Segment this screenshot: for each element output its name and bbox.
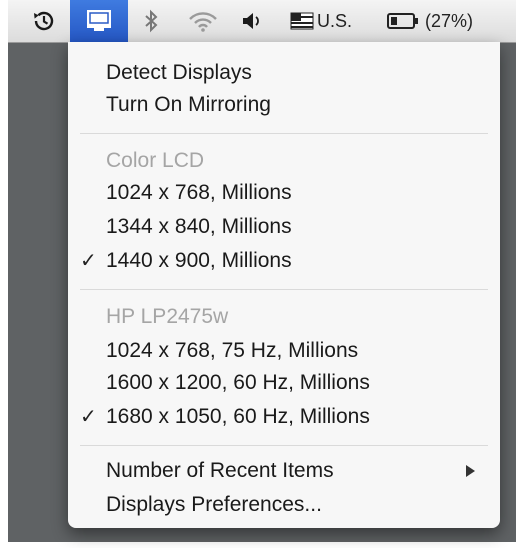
displays-preferences-item[interactable]: Displays Preferences... [106, 492, 322, 518]
displays-menu: Detect Displays Turn On Mirroring Color … [68, 42, 500, 528]
resolution-label: 1440 x 900, Millions [106, 249, 292, 272]
input-source-menu[interactable]: U.S. [290, 0, 370, 42]
displays-menu-extra[interactable] [70, 0, 128, 42]
resolution-item[interactable]: 1024 x 768, Millions [106, 180, 292, 206]
checkmark-icon: ✓ [80, 406, 97, 428]
display-header-hp-lp2475w: HP LP2475w [106, 305, 229, 328]
battery-icon [386, 11, 420, 31]
bluetooth-icon[interactable] [134, 0, 168, 42]
resolution-label: 1680 x 1050, 60 Hz, Millions [106, 405, 370, 428]
submenu-arrow-icon [466, 465, 475, 477]
resolution-item[interactable]: 1600 x 1200, 60 Hz, Millions [106, 370, 370, 396]
resolution-item-selected[interactable]: ✓ 1680 x 1050, 60 Hz, Millions [80, 404, 370, 430]
display-header-color-lcd: Color LCD [106, 149, 205, 172]
volume-icon[interactable] [234, 0, 270, 42]
number-of-recent-items-item[interactable]: Number of Recent Items [106, 458, 334, 484]
turn-on-mirroring-item[interactable]: Turn On Mirroring [106, 92, 271, 118]
checkmark-icon: ✓ [80, 250, 97, 272]
menu-bar: U.S. (27%) [8, 0, 516, 43]
resolution-item[interactable]: 1344 x 840, Millions [106, 214, 292, 240]
menu-separator [80, 133, 488, 134]
menu-separator [80, 445, 488, 446]
detect-displays-item[interactable]: Detect Displays [106, 60, 252, 86]
display-icon [85, 8, 113, 34]
battery-percent: (27%) [425, 10, 474, 31]
resolution-item[interactable]: 1024 x 768, 75 Hz, Millions [106, 338, 358, 364]
time-machine-icon[interactable] [26, 0, 62, 42]
wifi-icon[interactable] [182, 0, 224, 42]
us-flag-icon [290, 12, 314, 30]
input-source-label: U.S. [317, 10, 353, 31]
menu-separator [80, 289, 488, 290]
battery-menu[interactable]: (27%) [386, 0, 502, 42]
resolution-item-selected[interactable]: ✓ 1440 x 900, Millions [80, 248, 292, 274]
